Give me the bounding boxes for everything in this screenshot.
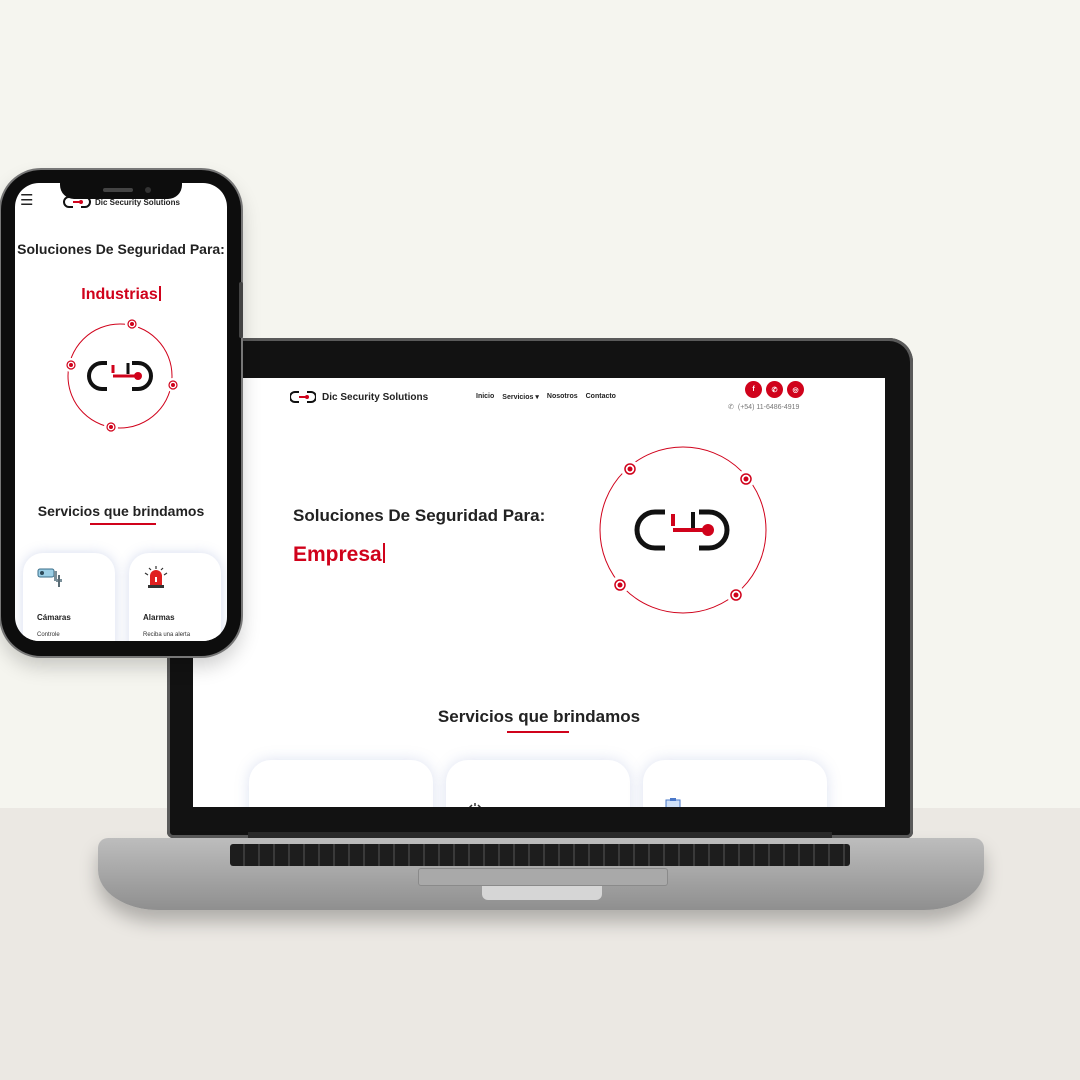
hero-typed-word: Empresa xyxy=(293,543,385,567)
hero-typed-text: Industrias xyxy=(81,286,158,304)
service-card[interactable] xyxy=(643,760,827,807)
facebook-icon[interactable]: f xyxy=(745,381,762,398)
phone-side-button xyxy=(239,282,243,338)
brand-name: Dic Security Solutions xyxy=(322,391,429,403)
service-card-camaras[interactable]: Cámaras Controle xyxy=(23,553,115,641)
logo-icon xyxy=(290,391,316,403)
siren-icon xyxy=(468,803,482,807)
clipboard-icon xyxy=(665,798,681,807)
hero-orbit-graphic xyxy=(64,317,180,434)
logo-icon xyxy=(87,361,153,391)
service-card[interactable] xyxy=(249,760,433,807)
nav-nosotros[interactable]: Nosotros xyxy=(547,393,578,401)
nav-contacto[interactable]: Contacto xyxy=(586,393,616,401)
services-title: Servicios que brindamos xyxy=(437,707,641,726)
title-underline xyxy=(507,731,569,733)
card-title: Alarmas xyxy=(143,613,175,622)
hero-orbit-graphic xyxy=(599,446,767,614)
phone-contact[interactable]: ✆ (+54) 11-6486-4919 xyxy=(728,403,800,412)
laptop-trackpad xyxy=(418,868,668,886)
service-card-alarmas[interactable]: Alarmas Reciba una alerta xyxy=(129,553,221,641)
desktop-site: Dic Security Solutions Inicio Servicios … xyxy=(193,378,885,807)
phone-number: (+54) 11-6486-4919 xyxy=(737,403,800,411)
card-text: Controle xyxy=(37,632,60,638)
phone-icon: ✆ xyxy=(728,404,734,411)
typing-cursor xyxy=(158,286,161,302)
laptop-keyboard xyxy=(230,844,850,866)
nav-servicios[interactable]: Servicios ▾ xyxy=(502,393,539,401)
hero-title: Soluciones De Seguridad Para: xyxy=(293,506,546,525)
logo-icon xyxy=(634,509,730,551)
orbit-dot-icon xyxy=(166,378,180,392)
caret-down-icon: ▾ xyxy=(535,394,539,401)
site-logo[interactable]: Dic Security Solutions xyxy=(290,390,428,404)
title-underline xyxy=(90,523,156,525)
orbit-dot-icon xyxy=(737,470,755,488)
hamburger-icon[interactable]: ☰ xyxy=(20,193,33,208)
orbit-dot-icon xyxy=(125,317,139,331)
hero-title: Soluciones De Seguridad Para: xyxy=(17,241,225,257)
service-card[interactable] xyxy=(446,760,630,807)
social-links: f ✆ ◎ xyxy=(745,381,804,398)
orbit-dot-icon xyxy=(104,420,118,434)
main-nav: Inicio Servicios ▾ Nosotros Contacto xyxy=(476,393,616,401)
orbit-dot-icon xyxy=(611,576,629,594)
hero-typed-word: Industrias xyxy=(15,286,227,304)
orbit-dot-icon xyxy=(64,358,78,372)
orbit-dot-icon xyxy=(621,460,639,478)
hero-typed-text: Empresa xyxy=(293,543,382,566)
nav-servicios-label: Servicios xyxy=(502,394,534,401)
whatsapp-icon[interactable]: ✆ xyxy=(766,381,783,398)
nav-inicio[interactable]: Inicio xyxy=(476,393,494,401)
phone-camera xyxy=(145,187,151,193)
mobile-site: ☰ Dic Security Solutions Soluciones De S… xyxy=(15,183,227,641)
phone-speaker xyxy=(103,188,133,192)
card-text: Reciba una alerta xyxy=(143,632,191,638)
typing-cursor xyxy=(382,543,385,563)
camera-icon xyxy=(37,568,62,587)
card-title: Cámaras xyxy=(37,613,71,622)
orbit-dot-icon xyxy=(727,586,745,604)
instagram-icon[interactable]: ◎ xyxy=(787,381,804,398)
laptop-notch xyxy=(482,886,602,900)
siren-icon xyxy=(144,566,168,588)
services-title: Servicios que brindamos xyxy=(37,503,205,519)
